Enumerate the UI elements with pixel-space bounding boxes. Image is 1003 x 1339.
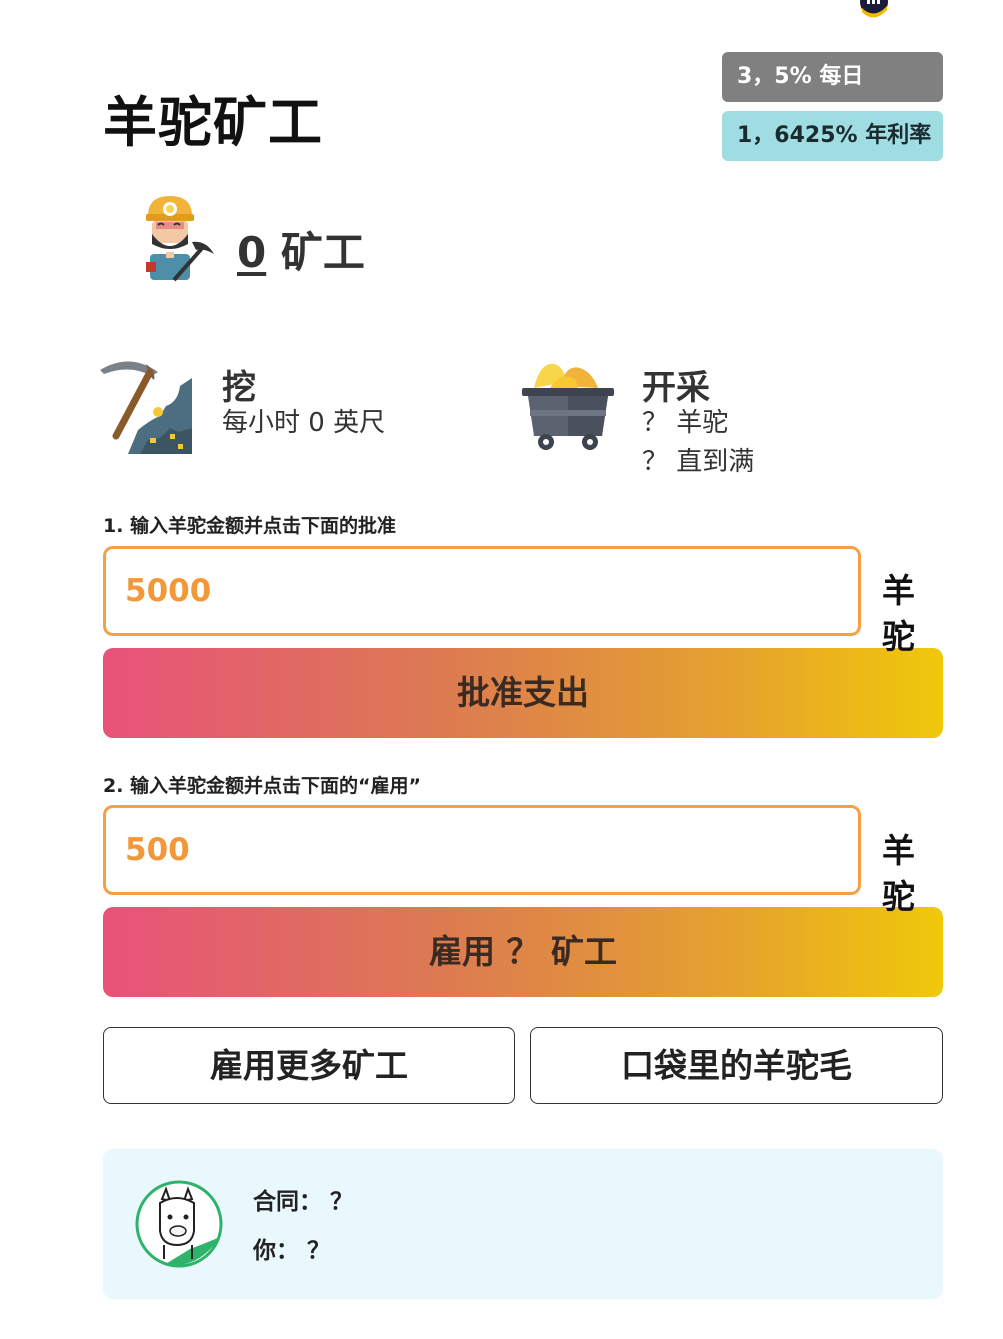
daily-rate-badge: 3，5% 每日: [722, 52, 943, 102]
hire-miners-button[interactable]: 雇用 ？ 矿工: [103, 907, 943, 997]
step2-label: 2. 输入羊驼金额并点击下面的“雇用”: [103, 775, 422, 797]
pickaxe-icon: [100, 361, 192, 454]
approve-spend-button[interactable]: 批准支出: [103, 648, 943, 738]
contract-info-card: 合同： ？ 你： ？: [103, 1149, 943, 1299]
miners-count: 0 矿工: [237, 219, 365, 280]
logo-icon: [860, 0, 888, 18]
pocket-alpaca-wool-button[interactable]: 口袋里的羊驼毛: [530, 1027, 943, 1104]
step1-label: 1. 输入羊驼金额并点击下面的批准: [103, 515, 397, 537]
user-address: 你： ？: [253, 1238, 331, 1264]
mine-alpaca-amount: ？ 羊驼: [642, 408, 729, 438]
contract-address: 合同： ？: [253, 1189, 354, 1215]
mine-time-to-full: ？ 直到满: [642, 447, 755, 477]
dig-rate: 每小时 0 英尺: [222, 408, 386, 438]
hire-more-miners-button[interactable]: 雇用更多矿工: [103, 1027, 515, 1104]
miner-icon: [146, 196, 214, 282]
mine-cart-icon: [522, 363, 614, 450]
hire-amount-input[interactable]: [103, 805, 861, 895]
miners-count-value: 0: [237, 228, 267, 277]
hire-unit-label: 羊驼: [882, 831, 915, 916]
annual-rate-badge: 1，6425% 年利率: [722, 111, 943, 161]
page-title: 羊驼矿工: [103, 91, 323, 154]
approve-unit-label: 羊驼: [882, 571, 915, 656]
miners-count-label: 矿工: [280, 228, 365, 277]
approve-amount-input[interactable]: [103, 546, 861, 636]
alpaca-icon: [135, 1180, 223, 1268]
